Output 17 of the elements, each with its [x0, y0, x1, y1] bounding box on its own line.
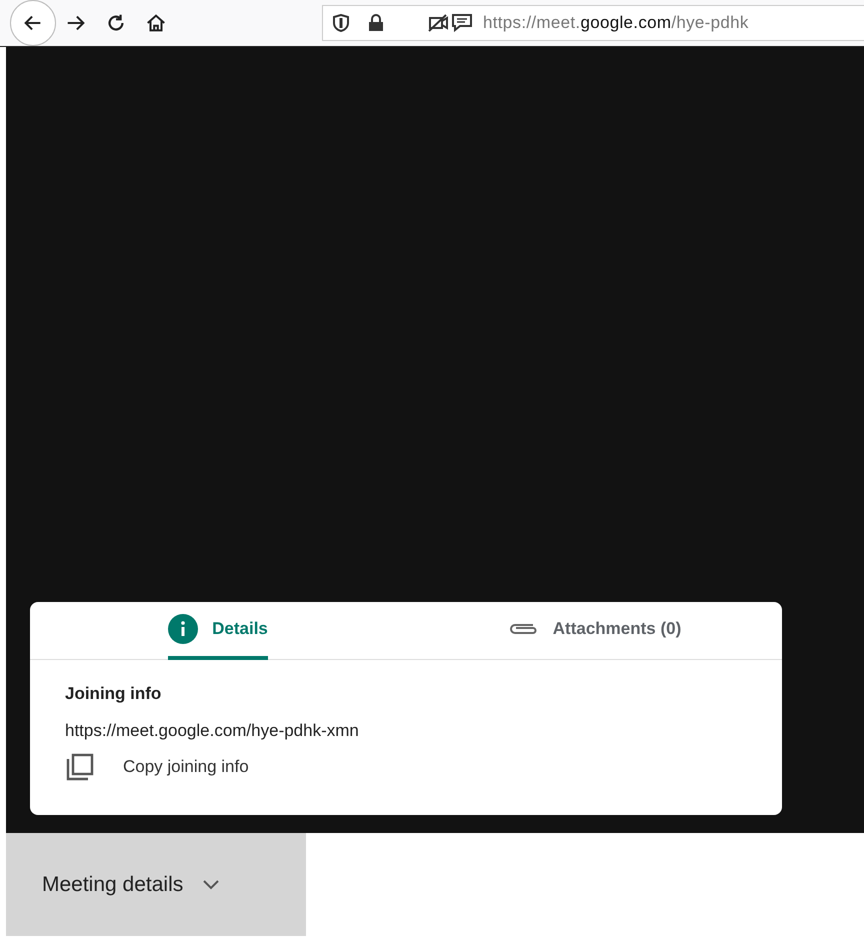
panel-tab[interactable]: Details	[168, 602, 268, 660]
address-bar[interactable]: https://meet.google.com/hye-pdhk	[322, 5, 864, 41]
shield-icon	[333, 14, 349, 32]
url-text: https://meet.google.com/hye-pdhk	[483, 13, 749, 33]
lock-icon	[367, 14, 385, 32]
meeting-link[interactable]: https://meet.google.com/hye-pdhk-xmn	[65, 721, 747, 741]
chat-icon	[451, 13, 473, 33]
back-button[interactable]	[10, 0, 56, 46]
copy-icon	[65, 753, 95, 781]
camera-blocked-icon	[427, 13, 449, 33]
chevron-down-icon	[201, 878, 222, 890]
home-icon	[145, 12, 167, 34]
section-heading: Joining info	[65, 684, 162, 704]
panel-tab[interactable]: Attachments (0)	[506, 602, 682, 660]
meeting-details-button[interactable]: Meeting details	[6, 833, 306, 936]
copy-joining-info-button[interactable]: Copy joining info	[65, 753, 249, 781]
info-icon	[168, 614, 198, 644]
